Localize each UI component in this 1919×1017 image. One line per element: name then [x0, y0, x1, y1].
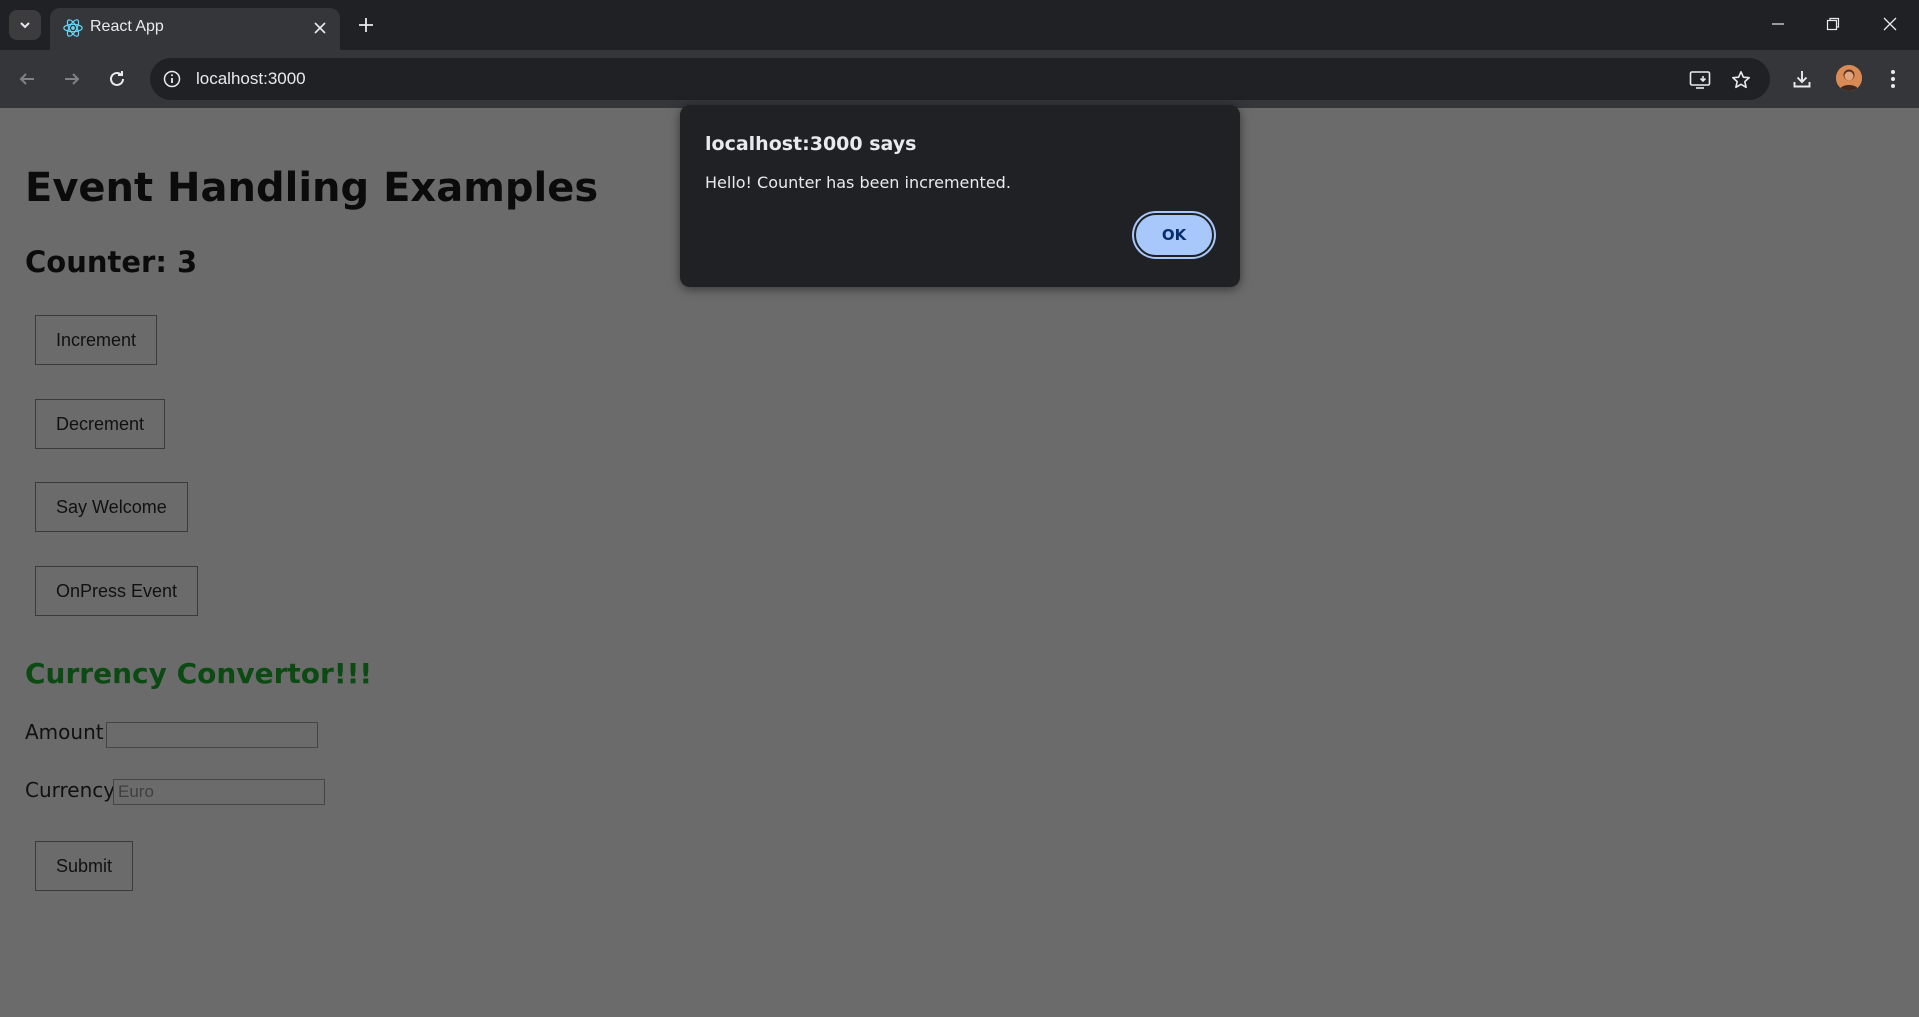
arrow-right-icon — [65, 73, 80, 85]
arrow-left-icon — [19, 73, 34, 85]
tab-strip: React App — [0, 0, 1919, 50]
more-vertical-icon — [1891, 70, 1895, 88]
plus-icon — [359, 18, 373, 32]
reload-button[interactable] — [100, 62, 134, 96]
restore-button[interactable] — [1805, 0, 1861, 48]
react-logo-icon — [63, 19, 83, 37]
profile-icon — [1836, 65, 1862, 91]
download-icon — [1793, 71, 1811, 88]
url-text: localhost:3000 — [196, 69, 306, 88]
say-welcome-button[interactable]: Say Welcome — [35, 482, 188, 532]
amount-label: Amount: — [25, 720, 111, 744]
increment-button[interactable]: Increment — [35, 315, 158, 365]
alert-dialog: localhost:3000 says Hello! Counter has b… — [680, 105, 1240, 287]
currency-convertor-heading: Currency Convertor!!! — [25, 657, 373, 690]
chevron-down-icon — [20, 22, 30, 29]
profile-avatar[interactable] — [1836, 65, 1862, 91]
browser-toolbar: localhost:3000 — [0, 50, 1919, 108]
currency-input[interactable] — [113, 779, 325, 805]
tab-search-button[interactable] — [9, 10, 41, 40]
page-title: Event Handling Examples — [25, 165, 599, 211]
browser-menu-button[interactable] — [1876, 62, 1910, 96]
dialog-message: Hello! Counter has been incremented. — [705, 173, 1011, 192]
back-button[interactable] — [10, 62, 44, 96]
minimize-button[interactable] — [1750, 0, 1806, 48]
reload-icon — [110, 71, 124, 86]
counter-label: Counter: 3 — [25, 245, 198, 279]
forward-button[interactable] — [55, 62, 89, 96]
install-app-button[interactable] — [1687, 67, 1713, 93]
decrement-button[interactable]: Decrement — [35, 399, 166, 449]
tab-react-app[interactable]: React App — [50, 8, 340, 50]
dialog-title: localhost:3000 says — [705, 133, 917, 155]
info-icon — [163, 70, 181, 88]
tab-close-button[interactable] — [308, 16, 332, 40]
currency-label: Currency: — [25, 778, 121, 802]
star-icon — [1732, 71, 1750, 89]
tab-title: React App — [90, 18, 164, 35]
install-icon — [1689, 71, 1711, 89]
close-icon — [1883, 17, 1897, 31]
downloads-button[interactable] — [1785, 62, 1819, 96]
window-close-button[interactable] — [1862, 0, 1918, 48]
bookmark-button[interactable] — [1728, 67, 1754, 93]
minimize-icon — [1772, 23, 1784, 25]
new-tab-button[interactable] — [352, 11, 380, 39]
ok-button[interactable]: OK — [1134, 213, 1214, 257]
site-info-button[interactable] — [160, 67, 184, 91]
restore-icon — [1826, 17, 1840, 31]
amount-input[interactable] — [106, 722, 318, 748]
close-icon — [314, 22, 326, 34]
address-bar[interactable]: localhost:3000 — [150, 58, 1770, 100]
submit-button[interactable]: Submit — [35, 841, 134, 891]
onpress-event-button[interactable]: OnPress Event — [35, 566, 199, 616]
